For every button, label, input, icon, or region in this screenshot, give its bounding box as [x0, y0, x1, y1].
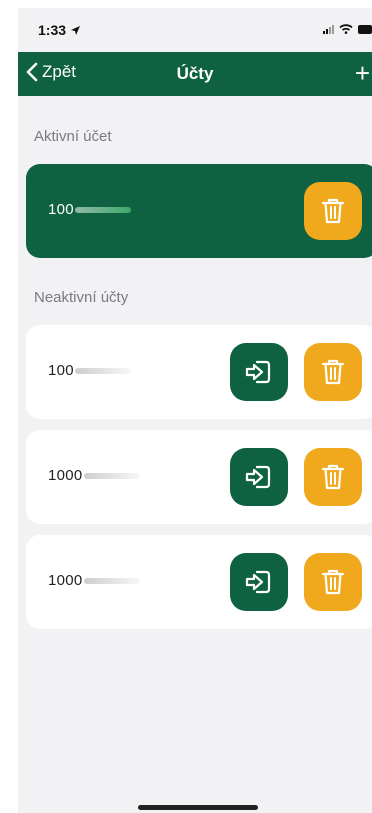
page-title: Účty [176, 64, 214, 83]
delete-account-button[interactable] [304, 343, 362, 401]
delete-account-button[interactable] [304, 448, 362, 506]
trash-icon [321, 198, 345, 224]
navigation-bar: Zpět Účty + [18, 52, 372, 96]
wifi-icon [339, 24, 353, 34]
trash-icon [321, 569, 345, 595]
status-icons [323, 24, 372, 34]
activate-account-button[interactable] [230, 343, 288, 401]
inactive-account-card: 100 [26, 325, 372, 419]
login-icon [245, 465, 271, 489]
status-time: 1:33 [38, 22, 81, 38]
status-bar: 1:33 [18, 8, 372, 52]
account-number: 1000 [48, 467, 140, 484]
obscured-digits [74, 368, 131, 375]
app-screen: 1:33 Zpět Účty + Aktivní účet 100 Neakti… [18, 8, 372, 813]
home-indicator [138, 805, 258, 810]
delete-account-button[interactable] [304, 553, 362, 611]
battery-icon [358, 24, 372, 34]
plus-icon: + [354, 58, 370, 88]
active-account-card: 100 [26, 164, 372, 258]
trash-icon [321, 464, 345, 490]
add-account-button[interactable]: + [355, 60, 370, 86]
account-number: 100 [48, 362, 131, 379]
login-icon [245, 360, 271, 384]
obscured-digits [83, 473, 140, 480]
trash-icon [321, 359, 345, 385]
signal-icon [323, 24, 334, 34]
activate-account-button[interactable] [230, 448, 288, 506]
delete-account-button[interactable] [304, 182, 362, 240]
account-number: 100 [48, 201, 131, 218]
active-section-label: Aktivní účet [34, 128, 112, 145]
account-number: 1000 [48, 572, 140, 589]
activate-account-button[interactable] [230, 553, 288, 611]
location-arrow-icon [71, 25, 81, 35]
obscured-digits [83, 578, 140, 585]
login-icon [245, 570, 271, 594]
inactive-account-card: 1000 [26, 535, 372, 629]
inactive-account-card: 1000 [26, 430, 372, 524]
inactive-section-label: Neaktivní účty [34, 289, 129, 306]
obscured-digits [74, 207, 131, 214]
